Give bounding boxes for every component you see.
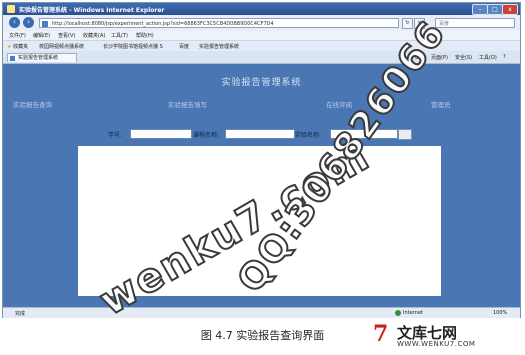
course-input[interactable] — [225, 129, 295, 139]
favorite-link-report-system[interactable]: 实验报告管理系统 — [199, 43, 239, 50]
student-no-label: 学号: — [108, 132, 123, 139]
close-button[interactable]: x — [502, 4, 518, 15]
ie-icon — [7, 5, 15, 13]
security-zone: Internet — [403, 310, 423, 316]
globe-icon — [395, 310, 401, 316]
nav-admin[interactable]: 管理员 — [431, 99, 451, 109]
address-url: http://localhost:8080/jsp/experiment_act… — [52, 21, 274, 27]
minimize-button[interactable]: – — [472, 4, 488, 15]
window-title: 实验报告管理系统 - Windows Internet Explorer — [19, 7, 165, 14]
menu-edit[interactable]: 编辑(E) — [33, 32, 50, 39]
tab-label: 实验报告管理系统 — [18, 55, 59, 61]
page-icon — [10, 56, 15, 61]
zoom-level[interactable]: 100% — [493, 310, 507, 316]
menu-tools[interactable]: 工具(T) — [111, 32, 128, 39]
nav-online-review[interactable]: 在线评阅 — [326, 99, 352, 109]
status-bar: 完成 Internet 100% — [3, 307, 520, 318]
maximize-button[interactable]: □ — [487, 4, 503, 15]
menu-file[interactable]: 文件(F) — [9, 32, 26, 39]
tab-report-system[interactable]: 实验报告管理系统 — [7, 53, 77, 62]
experiment-label: 实验名称: — [295, 132, 322, 139]
query-submit-button[interactable] — [398, 129, 412, 140]
page-title: 实验报告管理系统 — [221, 78, 302, 88]
logo-url: WWW.WENKU7.COM — [397, 340, 476, 348]
menu-help[interactable]: 帮助(H) — [136, 32, 154, 39]
menu-favorites[interactable]: 收藏夹(A) — [83, 32, 105, 39]
nav-report-fill[interactable]: 实验报告填写 — [168, 99, 207, 109]
command-safety[interactable]: 安全(S) — [455, 54, 472, 61]
student-no-input[interactable] — [130, 129, 192, 139]
help-icon[interactable]: ? — [503, 54, 506, 60]
course-label: 课程名称: — [193, 132, 220, 139]
favorite-link-library[interactable]: 长沙学院图书馆视频点播 S — [103, 43, 163, 50]
title-bar: 实验报告管理系统 - Windows Internet Explorer – □… — [3, 3, 520, 15]
status-text: 完成 — [15, 311, 26, 317]
page-icon — [42, 21, 48, 27]
address-input[interactable]: http://localhost:8080/jsp/experiment_act… — [39, 18, 399, 28]
site-logo: 7 文库七网 WWW.WENKU7.COM — [373, 321, 518, 351]
favorites-button[interactable]: ★ 收藏夹 — [7, 43, 28, 50]
nav-report-query[interactable]: 实验报告查询 — [13, 99, 52, 109]
forward-arrow-icon[interactable]: › — [23, 17, 34, 28]
favorite-link-baidu[interactable]: 百度 — [179, 43, 189, 50]
command-tools[interactable]: 工具(O) — [479, 54, 497, 61]
menu-view[interactable]: 查看(V) — [58, 32, 75, 39]
star-icon: ★ — [7, 44, 12, 50]
favorite-link-video[interactable]: 校园网视频点播系统 — [39, 43, 84, 50]
search-input[interactable]: 百度 — [435, 18, 515, 28]
back-arrow-icon[interactable]: ‹ — [9, 17, 20, 28]
logo-mark: 7 — [373, 321, 389, 347]
